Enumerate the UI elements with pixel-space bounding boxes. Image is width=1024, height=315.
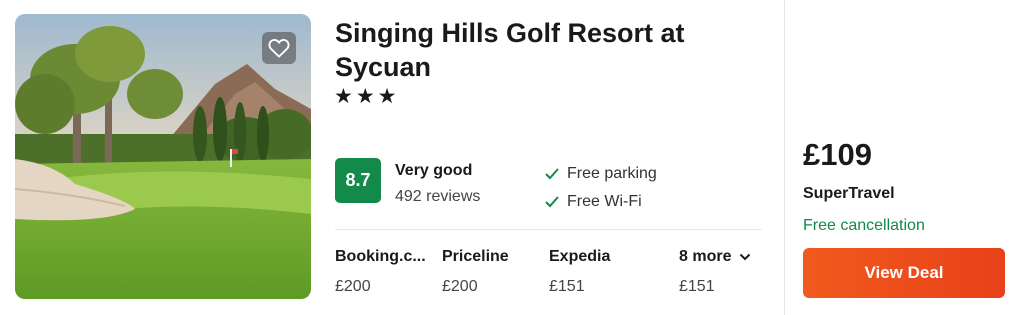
chevron-down-icon [739, 253, 751, 261]
amenity-free-wifi: Free Wi-Fi [545, 193, 642, 211]
more-providers-toggle[interactable]: 8 more [679, 248, 751, 266]
column-divider [784, 0, 785, 315]
amenity-label: Free parking [567, 165, 657, 182]
more-providers-label: 8 more [679, 248, 732, 265]
hotel-name[interactable]: Singing Hills Golf Resort at Sycuan [335, 16, 755, 84]
more-providers-price: £151 [679, 278, 715, 295]
provider-price: £200 [335, 278, 371, 295]
rating-label: Very good [395, 162, 473, 179]
heart-icon [268, 38, 290, 58]
provider-name: Expedia [549, 248, 611, 265]
provider-priceline[interactable]: Priceline £200 [442, 248, 509, 296]
review-count[interactable]: 492 reviews [395, 188, 480, 206]
view-deal-button[interactable]: View Deal [803, 248, 1005, 298]
check-icon [545, 196, 559, 208]
free-cancellation-label: Free cancellation [803, 217, 925, 234]
provider-price: £151 [549, 278, 585, 295]
provider-expedia[interactable]: Expedia £151 [549, 248, 610, 296]
hotel-result-card: Singing Hills Golf Resort at Sycuan ★★★ … [0, 0, 1024, 315]
check-icon [545, 168, 559, 180]
provider-booking[interactable]: Booking.c... £200 [335, 248, 426, 296]
deal-price: £109 [803, 137, 872, 172]
divider [335, 229, 762, 230]
provider-price: £200 [442, 278, 478, 295]
star-rating: ★★★ [334, 85, 400, 108]
amenity-free-parking: Free parking [545, 165, 657, 183]
provider-name: Priceline [442, 248, 509, 265]
provider-name: Booking.c... [335, 248, 426, 265]
more-providers[interactable]: 8 more £151 [679, 248, 751, 296]
amenity-label: Free Wi-Fi [567, 193, 642, 210]
rating-score-badge: 8.7 [335, 158, 381, 203]
favorite-button[interactable] [262, 32, 296, 64]
deal-provider: SuperTravel [803, 185, 895, 202]
